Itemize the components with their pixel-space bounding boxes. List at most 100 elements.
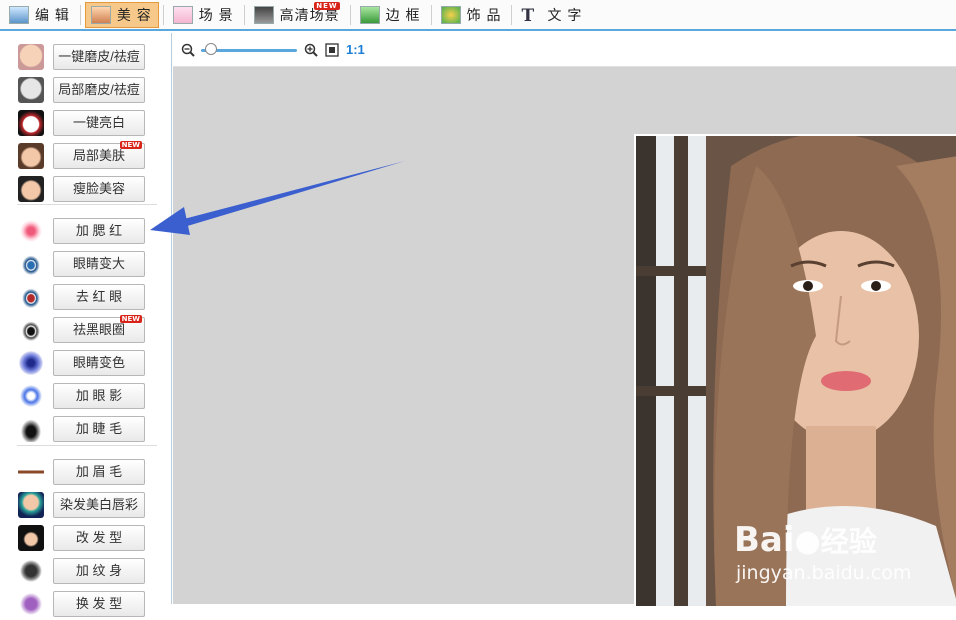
new-badge: NEW: [119, 141, 142, 149]
watermark-brand-cn: 经验: [820, 525, 877, 558]
sidebar-button[interactable]: 加 腮 红: [53, 218, 145, 244]
tab-label: 场 景: [198, 6, 234, 23]
hd-scene-icon: [253, 5, 274, 24]
sidebar-button[interactable]: 局部磨皮/祛痘: [53, 77, 145, 103]
opera-mask-icon: [18, 110, 44, 136]
sidebar-button-label: 染发美白唇彩: [59, 497, 138, 512]
annotation-arrow: [150, 161, 405, 235]
sidebar-row: 染发美白唇彩: [0, 488, 172, 521]
sidebar-button-label: 改 发 型: [75, 530, 123, 545]
sidebar-button[interactable]: 改 发 型: [53, 525, 145, 551]
tab-separator: [511, 4, 513, 25]
hair-dye-icon: [18, 492, 44, 518]
accessory-icon: [440, 5, 461, 24]
new-badge: NEW: [314, 1, 340, 10]
face-skin-icon: [18, 143, 44, 169]
sidebar-button-label: 加 眼 影: [75, 388, 123, 403]
sidebar-button[interactable]: 加 眉 毛: [53, 459, 145, 485]
eyelash-icon: [18, 416, 44, 442]
scene-icon: [172, 5, 193, 24]
sidebar-row: 改 发 型: [0, 521, 172, 554]
baidu-watermark: Bai●经验: [734, 520, 877, 560]
sidebar-button-label: 局部美肤: [72, 148, 125, 163]
tab-label: 文 字: [547, 6, 583, 23]
top-tab-bar: 编 辑 美 容 场 景高清场景 NEW 边 框 饰 品 T 文 字: [0, 0, 956, 31]
face-smooth-icon: [18, 44, 44, 70]
sidebar-row: 加 纹 身: [0, 554, 172, 587]
blush-icon: [18, 218, 44, 244]
tab-frame[interactable]: 边 框: [355, 3, 427, 27]
sidebar-button[interactable]: 加 睫 毛: [53, 416, 145, 442]
tab-edit[interactable]: 编 辑: [4, 3, 76, 27]
sidebar-button[interactable]: 去 红 眼: [53, 284, 145, 310]
sidebar-row: 一键亮白: [0, 106, 172, 139]
eye-color-icon: [18, 350, 44, 376]
fit-to-window-icon[interactable]: [325, 43, 339, 57]
sidebar-row: 一键磨皮/祛痘: [0, 40, 172, 73]
zoom-slider-handle[interactable]: [205, 43, 218, 55]
tab-hd-scene[interactable]: 高清场景 NEW: [249, 1, 346, 27]
sidebar-button[interactable]: 加 纹 身: [53, 558, 145, 584]
sidebar-button-label: 加 腮 红: [75, 223, 123, 238]
sidebar-button-label: 去 红 眼: [75, 289, 123, 304]
tab-label: 美 容: [116, 6, 152, 23]
zoom-out-icon[interactable]: [181, 43, 195, 57]
sidebar-button-label: 一键磨皮/祛痘: [58, 49, 140, 64]
hairstyle-icon: [18, 525, 44, 551]
sidebar-row: 眼睛变色: [0, 346, 172, 379]
sidebar-button-label: 祛黑眼圈: [72, 322, 125, 337]
sidebar-row: 祛黑眼圈 NEW: [0, 313, 172, 346]
sidebar-button[interactable]: 祛黑眼圈 NEW: [53, 315, 145, 343]
watermark-url: jingyan.baidu.com: [736, 562, 912, 584]
tab-separator: [79, 4, 81, 25]
slim-face-icon: [18, 176, 44, 202]
sidebar-button-label: 局部磨皮/祛痘: [58, 82, 140, 97]
sidebar-button[interactable]: 眼睛变色: [53, 350, 145, 376]
sidebar-button-label: 加 睫 毛: [75, 421, 123, 436]
watermark-brand: Bai: [734, 520, 795, 560]
face-partial-icon: [18, 77, 44, 103]
sidebar-button[interactable]: 染发美白唇彩: [53, 492, 145, 518]
red-eye-icon: [18, 284, 44, 310]
tab-separator: [162, 4, 164, 25]
sidebar-button-label: 眼睛变色: [72, 355, 125, 370]
sidebar-row: 眼睛变大: [0, 247, 172, 280]
sidebar-button[interactable]: 瘦脸美容: [53, 176, 145, 202]
tab-accessory[interactable]: 饰 品: [436, 3, 508, 27]
sidebar-button-label: 一键亮白: [72, 115, 125, 130]
sidebar-row: 加 眼 影: [0, 379, 172, 412]
sidebar-divider: [17, 445, 157, 446]
text-icon: T: [521, 5, 536, 26]
tab-separator: [349, 4, 351, 25]
eyebrow-icon: [18, 459, 44, 485]
sidebar-button[interactable]: 加 眼 影: [53, 383, 145, 409]
tab-beauty[interactable]: 美 容: [84, 1, 159, 28]
sidebar-button[interactable]: 局部美肤 NEW: [53, 141, 145, 169]
beauty-tools-sidebar: 一键磨皮/祛痘 局部磨皮/祛痘 一键亮白 局部美肤 NEW 瘦脸美容加 腮 红眼睛变大去 …: [0, 33, 172, 617]
sidebar-row: 局部磨皮/祛痘: [0, 73, 172, 106]
actual-size-button[interactable]: 1:1: [346, 42, 365, 57]
tab-label: 饰 品: [466, 6, 502, 23]
eye-enlarge-icon: [18, 251, 44, 277]
sidebar-button[interactable]: 眼睛变大: [53, 251, 145, 277]
tab-scene[interactable]: 场 景: [168, 3, 240, 27]
tab-separator: [430, 4, 432, 25]
tattoo-icon: [18, 558, 44, 584]
sidebar-button[interactable]: 换 发 型: [53, 591, 145, 617]
new-badge: NEW: [119, 315, 142, 323]
sidebar-button-label: 加 纹 身: [75, 563, 123, 578]
frame-icon: [359, 5, 380, 24]
beauty-icon: [90, 5, 111, 24]
edit-icon: [9, 5, 29, 24]
more-icon: [18, 591, 44, 617]
sidebar-row: 加 睫 毛: [0, 412, 172, 445]
tab-separator: [243, 4, 245, 25]
sidebar-button[interactable]: 一键磨皮/祛痘: [53, 44, 145, 70]
zoom-toolbar: 1:1: [173, 33, 956, 67]
eye-shadow-icon: [18, 383, 44, 409]
dark-circle-icon: [18, 317, 44, 343]
zoom-in-icon[interactable]: [304, 43, 318, 57]
sidebar-button[interactable]: 一键亮白: [53, 110, 145, 136]
sidebar-button-label: 眼睛变大: [72, 256, 125, 271]
tab-text[interactable]: T文 字: [516, 3, 588, 27]
